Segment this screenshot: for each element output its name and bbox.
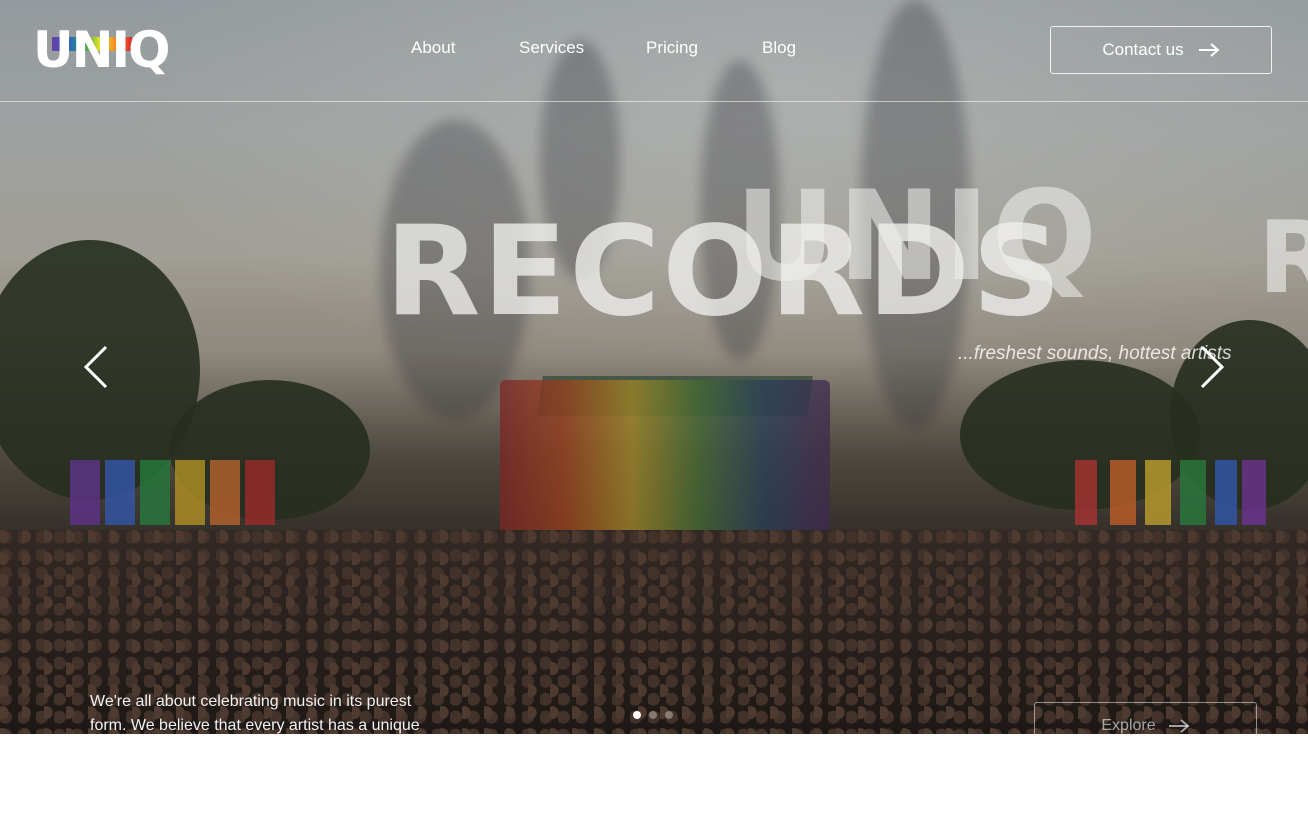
contact-us-label: Contact us [1102, 40, 1184, 59]
hero-overlay [0, 0, 1308, 734]
hero-word-primary: RECORDS [385, 200, 1064, 344]
slide-dot-3[interactable] [665, 711, 673, 719]
nav-about[interactable]: About [411, 38, 455, 58]
brand-logo[interactable]: UNIQ [33, 25, 171, 75]
chevron-right-icon [1200, 345, 1225, 389]
contact-us-button[interactable]: Contact us [1050, 26, 1272, 74]
explore-button-label: Explore [1101, 717, 1156, 734]
slide-dot-2[interactable] [649, 711, 657, 719]
hero-tagline: ...freshest sounds, hottest artists [958, 343, 1232, 364]
page-below-fold [0, 734, 1308, 816]
site-header: UNIQ About Services Pricing Blog Contact… [0, 0, 1308, 102]
next-slide-button[interactable] [1192, 343, 1232, 391]
explore-button[interactable]: Explore [1034, 702, 1257, 734]
nav-pricing[interactable]: Pricing [646, 38, 698, 58]
hero-word-edge: R [1258, 199, 1308, 316]
nav-services[interactable]: Services [519, 38, 584, 58]
hero-intro-text: We're all about celebrating music in its… [90, 693, 420, 734]
slide-indicators [633, 711, 673, 719]
nav-blog[interactable]: Blog [762, 38, 796, 58]
arrow-right-icon [1198, 43, 1220, 57]
prev-slide-button[interactable] [78, 343, 118, 391]
hero-slider: UNIQ RECORDS R ...freshest sounds, hotte… [0, 0, 1308, 734]
chevron-left-icon [83, 345, 108, 389]
arrow-right-icon [1168, 719, 1190, 733]
slide-dot-1[interactable] [633, 711, 641, 719]
